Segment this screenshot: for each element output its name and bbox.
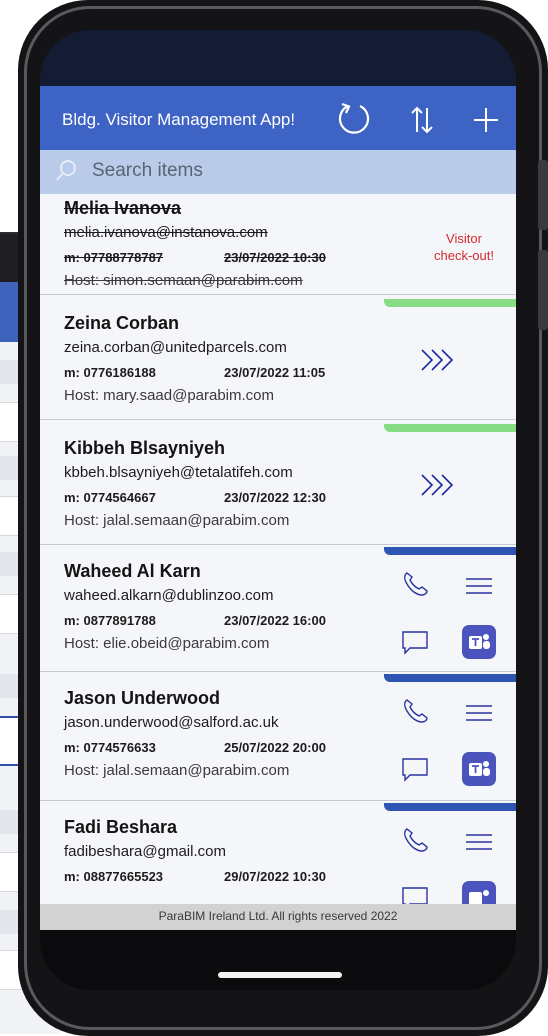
checkout-status-label: Visitor check-out! bbox=[434, 231, 494, 263]
phone-call-icon[interactable] bbox=[400, 696, 430, 726]
visitor-mobile: m: 0776186188 bbox=[64, 365, 156, 380]
visitor-card[interactable]: Fadi Beshara fadibeshara@gmail.com m: 08… bbox=[40, 801, 516, 904]
visitor-name: Kibbeh Blsayniyeh bbox=[64, 438, 226, 458]
visitor-email: melia.ivanova@instanova.com bbox=[64, 224, 268, 241]
search-icon bbox=[56, 160, 76, 181]
app-footer: ParaBIM Ireland Ltd. All rights reserved… bbox=[40, 904, 516, 930]
visitor-name: Jason Underwood bbox=[64, 688, 221, 708]
visitor-email: kbbeh.blsayniyeh@tetalatifeh.com bbox=[64, 464, 293, 481]
visitor-card[interactable]: Kibbeh Blsayniyeh kbbeh.blsayniyeh@tetal… bbox=[40, 420, 516, 545]
visitor-mobile: m: 08877665523 bbox=[64, 869, 164, 884]
visitor-card[interactable]: Jason Underwood jason.underwood@salford.… bbox=[40, 672, 516, 801]
visitor-mobile: m: 0774576633 bbox=[64, 740, 156, 755]
refresh-icon[interactable] bbox=[332, 98, 376, 142]
phone-side-button bbox=[538, 250, 548, 330]
visitor-name: Waheed Al Karn bbox=[64, 561, 201, 581]
details-menu-icon[interactable] bbox=[464, 827, 494, 857]
scheduled-status-strip bbox=[384, 803, 516, 811]
visitor-datetime: 23/07/2022 10:30 bbox=[224, 250, 326, 265]
visitor-host: Host: mary.saad@parabim.com bbox=[64, 387, 275, 404]
add-icon[interactable] bbox=[464, 98, 508, 142]
visitor-mobile: m: 0877891788 bbox=[64, 613, 156, 628]
details-menu-icon[interactable] bbox=[464, 571, 494, 601]
teams-icon[interactable] bbox=[462, 625, 496, 659]
visitor-email: waheed.alkarn@dublinzoo.com bbox=[64, 587, 274, 604]
visitor-datetime: 25/07/2022 20:00 bbox=[224, 740, 326, 755]
visitor-host: Host: elie.obeid@parabim.com bbox=[64, 635, 270, 652]
visitor-list[interactable]: Melia Ivanova melia.ivanova@instanova.co… bbox=[40, 194, 516, 904]
message-icon[interactable] bbox=[400, 754, 430, 784]
search-input[interactable]: Search items bbox=[92, 160, 203, 182]
visitor-email: fadibeshara@gmail.com bbox=[64, 843, 226, 860]
message-icon[interactable] bbox=[400, 883, 430, 904]
visitor-name: Fadi Beshara bbox=[64, 817, 178, 837]
phone-call-icon[interactable] bbox=[400, 825, 430, 855]
visitor-datetime: 23/07/2022 11:05 bbox=[224, 365, 326, 380]
home-indicator[interactable] bbox=[218, 972, 342, 978]
arrival-status-strip bbox=[384, 424, 516, 432]
search-bar[interactable]: Search items bbox=[40, 150, 516, 194]
visitor-mobile: m: 0774564667 bbox=[64, 490, 156, 505]
details-menu-icon[interactable] bbox=[464, 698, 494, 728]
scheduled-status-strip bbox=[384, 547, 516, 555]
visitor-card[interactable]: Melia Ivanova melia.ivanova@instanova.co… bbox=[40, 194, 516, 295]
app-title: Bldg. Visitor Management App! bbox=[62, 110, 296, 129]
teams-icon[interactable] bbox=[462, 752, 496, 786]
visitor-host: Host: simon.semaan@parabim.com bbox=[64, 272, 303, 289]
footer-copyright: ParaBIM Ireland Ltd. All rights reserved… bbox=[158, 909, 398, 923]
visitor-name: Zeina Corban bbox=[64, 313, 180, 333]
visitor-mobile: m: 07788778787 bbox=[64, 250, 164, 265]
visitor-datetime: 23/07/2022 16:00 bbox=[224, 613, 326, 628]
sort-icon[interactable] bbox=[400, 98, 444, 142]
status-bar bbox=[40, 30, 516, 86]
arrival-status-strip bbox=[384, 299, 516, 307]
visitor-host: Host: jalal.semaan@parabim.com bbox=[64, 762, 290, 779]
visitor-card[interactable]: Waheed Al Karn waheed.alkarn@dublinzoo.c… bbox=[40, 545, 516, 672]
visitor-email: jason.underwood@salford.ac.uk bbox=[64, 714, 279, 731]
visitor-name: Melia Ivanova bbox=[64, 198, 182, 218]
visitor-host: Host: jalal.semaan@parabim.com bbox=[64, 512, 290, 529]
visitor-datetime: 23/07/2022 12:30 bbox=[224, 490, 326, 505]
phone-call-icon[interactable] bbox=[400, 569, 430, 599]
check-out-chevrons-icon[interactable] bbox=[416, 470, 464, 500]
phone-screen: Bldg. Visitor Management App! Search ite… bbox=[40, 30, 516, 990]
phone-side-button bbox=[538, 160, 548, 230]
visitor-datetime: 29/07/2022 10:30 bbox=[224, 869, 326, 884]
visitor-email: zeina.corban@unitedparcels.com bbox=[64, 339, 287, 356]
teams-icon[interactable] bbox=[462, 881, 496, 904]
message-icon[interactable] bbox=[400, 627, 430, 657]
scheduled-status-strip bbox=[384, 674, 516, 682]
check-out-chevrons-icon[interactable] bbox=[416, 345, 464, 375]
visitor-card[interactable]: Zeina Corban zeina.corban@unitedparcels.… bbox=[40, 295, 516, 420]
